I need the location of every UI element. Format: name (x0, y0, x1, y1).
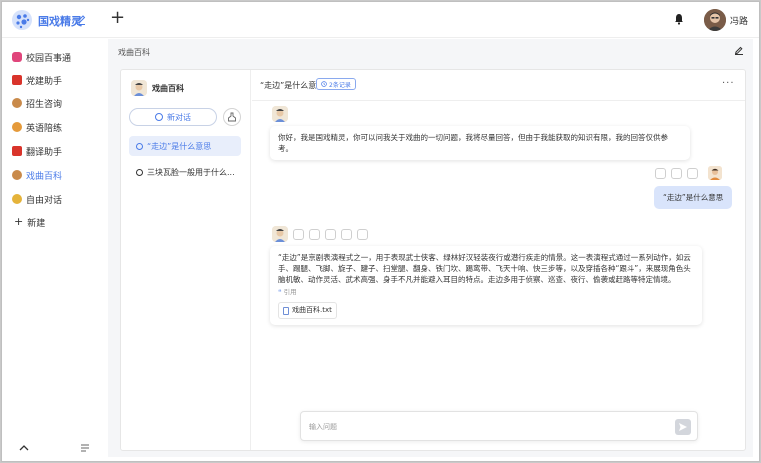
conversation-list: 戏曲百科 新对话 “走边”是什么意思 三块瓦脸一般用于什么... (121, 70, 251, 450)
chat-panel: 戏曲百科 新对话 “走边”是什么意思 三块瓦脸一般用于什么... “走边”是什么… (120, 69, 746, 451)
chat-bubble-icon (155, 113, 163, 121)
question-input-box (300, 411, 698, 441)
bot-answer-message: “走边”是京剧表演程式之一，用于表现武士侠客、绿林好汉轻装夜行或潜行疾走的情景。… (270, 246, 702, 325)
bot-greeting-message: 你好，我是国戏精灵，你可以问我关于戏曲的一切问题，我将尽量回答，但由于我能获取的… (270, 126, 690, 160)
conversation-label: 三块瓦脸一般用于什么... (147, 167, 235, 177)
answer-text: “走边”是京剧表演程式之一，用于表现武士侠客、绿林好汉轻装夜行或潜行疾走的情景。… (278, 253, 691, 284)
user-message-avatar (708, 166, 722, 180)
edit-pencil-icon[interactable] (76, 13, 86, 25)
sidebar-item-label: 招生咨询 (26, 99, 63, 110)
plus-icon: + (14, 215, 24, 228)
record-badge[interactable]: 2条记录 (316, 78, 356, 90)
thumbs-up-icon[interactable] (325, 229, 336, 240)
sidebar-item-campus[interactable]: 校园百事通 (12, 49, 71, 65)
sidebar-item-free-chat[interactable]: 自由对话 (12, 191, 62, 207)
main-area: 戏曲百科 戏曲百科 新对话 “走边”是什么意思 三块瓦脸一般用于什么... “走… (108, 39, 753, 457)
copy-icon[interactable] (293, 229, 304, 240)
sidebar-item-party[interactable]: 党建助手 (12, 72, 62, 88)
opera-icon (12, 170, 22, 180)
copy-icon[interactable] (655, 168, 666, 179)
sidebar-add-label: 新建 (27, 218, 46, 229)
delete-icon[interactable] (687, 168, 698, 179)
party-emblem-icon (12, 75, 22, 85)
reference-file[interactable]: 戏曲百科.txt (278, 302, 337, 319)
user-message: “走边”是什么意思 (654, 186, 733, 209)
conversation-item[interactable]: “走边”是什么意思 (129, 136, 241, 156)
delete-icon[interactable] (309, 229, 320, 240)
sidebar-item-label: 校园百事通 (26, 53, 72, 64)
user-avatar[interactable] (704, 9, 726, 31)
chevron-up-icon[interactable] (18, 443, 30, 453)
translate-icon (12, 146, 22, 156)
sidebar-add-button[interactable]: + 新建 (14, 214, 45, 230)
menu-icon[interactable] (80, 443, 90, 453)
bell-icon[interactable] (674, 13, 684, 25)
divider (252, 100, 745, 101)
new-tab-button[interactable]: + (110, 8, 125, 28)
chat-bubble-icon (136, 168, 143, 176)
quote-label: ❝ 引用 (278, 287, 694, 298)
sidebar-item-label: 党建助手 (26, 76, 63, 87)
top-bar: 国戏精灵 + 冯路 (2, 2, 759, 38)
thumbs-down-icon[interactable] (341, 229, 352, 240)
clock-icon (321, 81, 327, 87)
sidebar-item-translate[interactable]: 翻译助手 (12, 143, 62, 159)
edit-icon[interactable] (734, 45, 744, 55)
app-logo-icon (12, 10, 32, 30)
refresh-icon[interactable] (671, 168, 682, 179)
people-icon (12, 122, 22, 132)
person-icon (12, 98, 22, 108)
conversation-label: “走边”是什么意思 (147, 141, 212, 151)
sidebar-item-label: 自由对话 (26, 195, 63, 206)
question-icon (12, 52, 22, 62)
send-icon (679, 423, 687, 431)
sidebar-item-english[interactable]: 英语陪练 (12, 119, 62, 135)
sidebar-item-label: 英语陪练 (26, 123, 63, 134)
page-title: 戏曲百科 (118, 48, 150, 57)
app-window: 国戏精灵 + 冯路 校园百事通 党建助手 招生咨询 英语陪练 翻译助手 戏曲百科… (1, 1, 760, 462)
smile-icon (12, 194, 22, 204)
kb-title: 戏曲百科 (152, 83, 184, 93)
send-button[interactable] (675, 419, 691, 435)
question-input[interactable] (309, 420, 659, 434)
bot-avatar (272, 226, 288, 242)
chat-area: “走边”是什么意 2条记录 ··· 你好，我是国戏精灵，你可以问我关于戏曲的一切… (252, 70, 745, 450)
chat-bubble-icon (136, 142, 143, 150)
chat-title: “走边”是什么意 (260, 81, 317, 90)
file-name: 戏曲百科.txt (292, 306, 332, 314)
sidebar-item-admissions[interactable]: 招生咨询 (12, 95, 62, 111)
sidebar-item-label: 戏曲百科 (26, 171, 63, 182)
sidebar: 校园百事通 党建助手 招生咨询 英语陪练 翻译助手 戏曲百科 自由对话 + 新建 (2, 39, 106, 461)
broom-icon (228, 112, 236, 122)
kb-avatar (131, 80, 147, 96)
conversation-item[interactable]: 三块瓦脸一般用于什么... (129, 162, 241, 182)
kb-header: 戏曲百科 (131, 80, 184, 96)
more-options-button[interactable]: ··· (722, 78, 735, 89)
new-chat-label: 新对话 (167, 112, 191, 122)
bot-avatar (272, 106, 288, 122)
speaker-icon[interactable] (357, 229, 368, 240)
quote-mark-icon: ❝ (278, 288, 282, 296)
sidebar-item-label: 翻译助手 (26, 147, 63, 158)
user-name[interactable]: 冯路 (730, 14, 748, 27)
record-count: 2条记录 (329, 81, 351, 89)
file-icon (283, 306, 289, 315)
sidebar-item-opera[interactable]: 戏曲百科 (12, 167, 62, 183)
quote-label-text: 引用 (283, 288, 297, 296)
new-chat-button[interactable]: 新对话 (129, 108, 217, 126)
clear-history-button[interactable] (223, 108, 241, 126)
